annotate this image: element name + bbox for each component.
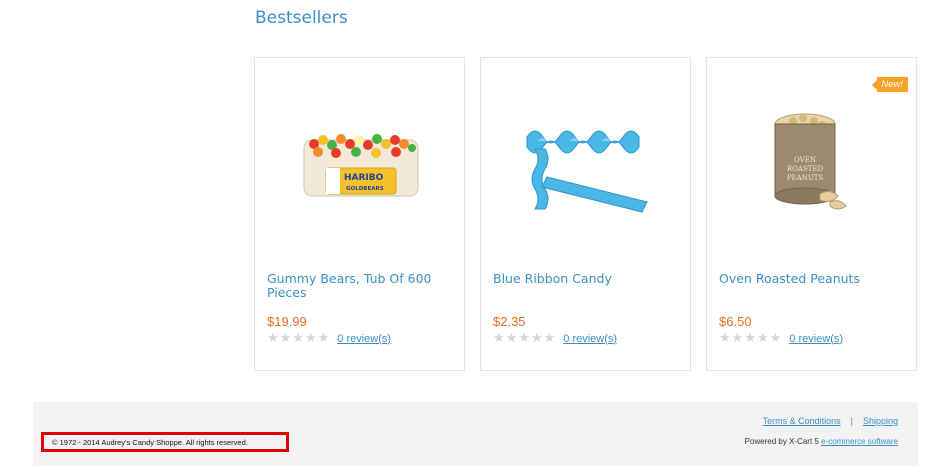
- terms-link[interactable]: Terms & Conditions: [763, 416, 841, 426]
- product-name-link[interactable]: Oven Roasted Peanuts: [719, 272, 904, 286]
- product-card[interactable]: HARIBO GOLDBEARS Gummy Bears, Tub Of 600…: [254, 57, 465, 371]
- product-card[interactable]: Blue Ribbon Candy $2.35 ★ ★ ★ ★ ★ 0 revi…: [480, 57, 691, 371]
- new-badge: New!: [872, 77, 908, 92]
- svg-text:PEANUTS: PEANUTS: [786, 174, 823, 182]
- star-icon[interactable]: ★: [531, 332, 543, 345]
- rating: ★ ★ ★ ★ ★ 0 review(s): [267, 332, 391, 345]
- star-icon[interactable]: ★: [770, 332, 782, 345]
- ecommerce-software-link[interactable]: e-commerce software: [821, 437, 898, 446]
- star-icon[interactable]: ★: [305, 332, 317, 345]
- star-icon[interactable]: ★: [544, 332, 556, 345]
- footer-links: Terms & Conditions | Shipping: [763, 416, 898, 426]
- product-price: $6.50: [719, 314, 752, 329]
- footer: © 1972 - 2014 Audrey's Candy Shoppe. All…: [33, 402, 918, 466]
- shipping-link[interactable]: Shipping: [863, 416, 898, 426]
- product-price: $2.35: [493, 314, 526, 329]
- star-icon[interactable]: ★: [506, 332, 518, 345]
- powered-by-text: Powered by X-Cart 5: [744, 437, 819, 446]
- product-image[interactable]: [509, 92, 664, 232]
- star-icon[interactable]: ★: [732, 332, 744, 345]
- product-card[interactable]: New! OVEN ROASTED PEANUTS Oven Roasted P…: [706, 57, 917, 371]
- copyright-text: © 1972 - 2014 Audrey's Candy Shoppe. All…: [41, 432, 289, 452]
- star-icon[interactable]: ★: [757, 332, 769, 345]
- product-name-link[interactable]: Gummy Bears, Tub Of 600 Pieces: [267, 272, 452, 300]
- star-icon[interactable]: ★: [493, 332, 505, 345]
- goldbears-logo: GOLDBEARS: [346, 186, 384, 192]
- rating-stars[interactable]: ★ ★ ★ ★ ★: [493, 332, 555, 345]
- star-icon[interactable]: ★: [518, 332, 530, 345]
- product-name-link[interactable]: Blue Ribbon Candy: [493, 272, 678, 286]
- powered-by: Powered by X-Cart 5 e-commerce software: [745, 437, 898, 446]
- star-icon[interactable]: ★: [292, 332, 304, 345]
- product-grid: HARIBO GOLDBEARS Gummy Bears, Tub Of 600…: [254, 57, 920, 373]
- rating: ★ ★ ★ ★ ★ 0 review(s): [493, 332, 617, 345]
- star-icon[interactable]: ★: [719, 332, 731, 345]
- rating-stars[interactable]: ★ ★ ★ ★ ★: [719, 332, 781, 345]
- svg-text:ROASTED: ROASTED: [786, 165, 823, 173]
- product-image[interactable]: OVEN ROASTED PEANUTS: [735, 92, 890, 232]
- product-image[interactable]: HARIBO GOLDBEARS: [283, 92, 438, 232]
- reviews-link[interactable]: 0 review(s): [563, 333, 617, 345]
- star-icon[interactable]: ★: [744, 332, 756, 345]
- rating-stars[interactable]: ★ ★ ★ ★ ★: [267, 332, 329, 345]
- product-price: $19.99: [267, 314, 307, 329]
- star-icon[interactable]: ★: [280, 332, 292, 345]
- star-icon[interactable]: ★: [318, 332, 330, 345]
- reviews-link[interactable]: 0 review(s): [337, 333, 391, 345]
- star-icon[interactable]: ★: [267, 332, 279, 345]
- footer-separator: |: [850, 416, 853, 426]
- rating: ★ ★ ★ ★ ★ 0 review(s): [719, 332, 843, 345]
- haribo-logo: HARIBO: [344, 173, 384, 183]
- reviews-link[interactable]: 0 review(s): [789, 333, 843, 345]
- svg-text:OVEN: OVEN: [794, 156, 816, 164]
- section-title: Bestsellers: [255, 8, 348, 28]
